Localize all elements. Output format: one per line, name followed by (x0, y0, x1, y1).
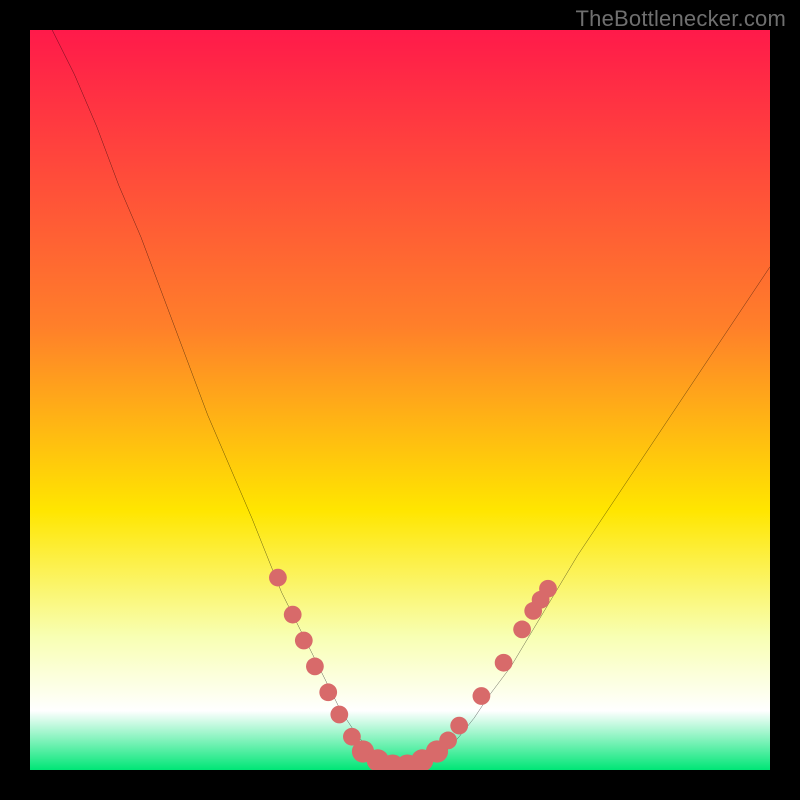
data-marker (295, 632, 313, 650)
data-marker (306, 658, 324, 676)
data-marker (330, 706, 348, 724)
data-marker (319, 683, 337, 701)
chart-frame: TheBottlenecker.com (0, 0, 800, 800)
data-marker (284, 606, 302, 624)
watermark-text: TheBottlenecker.com (576, 6, 786, 32)
data-marker (513, 621, 531, 639)
data-marker (269, 569, 287, 587)
gradient-background (30, 30, 770, 770)
data-marker (495, 654, 513, 672)
plot-area (30, 30, 770, 770)
data-marker (450, 717, 468, 735)
data-marker (473, 687, 491, 705)
chart-svg (30, 30, 770, 770)
data-marker (439, 732, 457, 750)
data-marker (539, 580, 557, 598)
